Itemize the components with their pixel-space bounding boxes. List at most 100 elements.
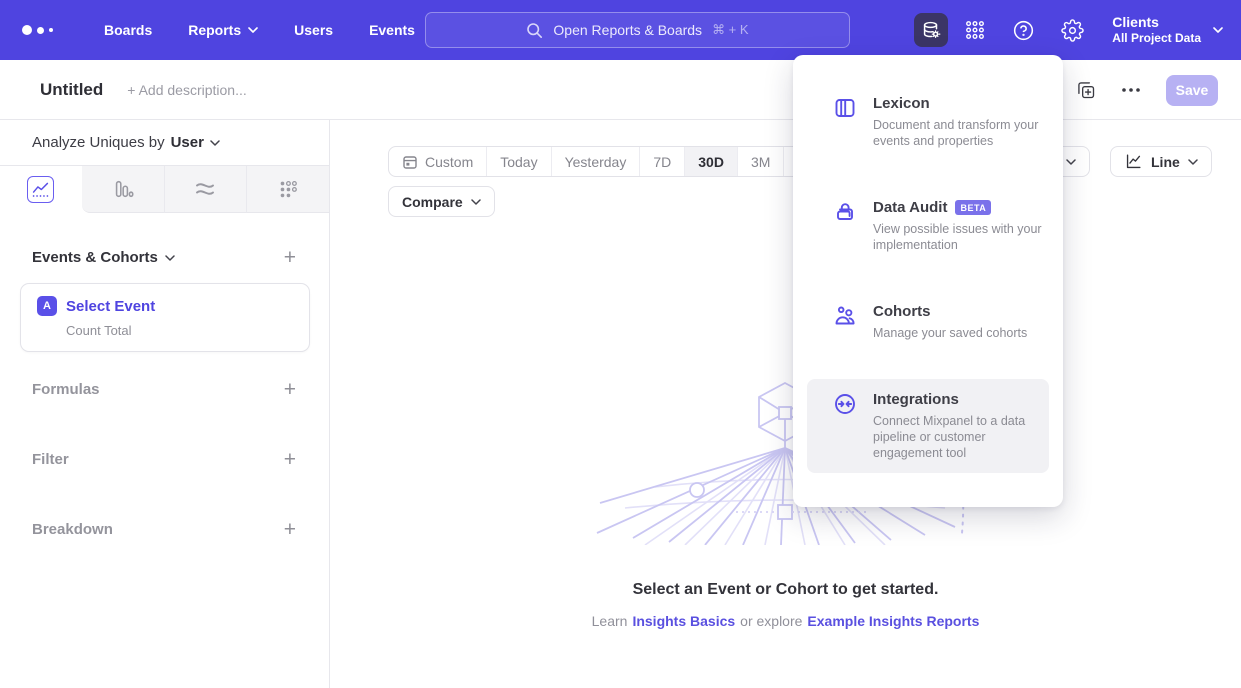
event-card[interactable]: A Select Event Count Total: [20, 283, 310, 352]
nav-label: Reports: [188, 22, 241, 38]
nav-item-events[interactable]: Events: [369, 22, 415, 38]
tab-bar-chart[interactable]: [82, 166, 164, 213]
database-gear-icon: [920, 19, 942, 41]
retention-grid-icon: [277, 178, 299, 200]
project-switcher[interactable]: Clients All Project Data: [1112, 14, 1223, 47]
menu-item-description: Manage your saved cohorts: [873, 325, 1027, 341]
analyze-prefix: Analyze Uniques by: [32, 134, 165, 151]
segment-label: 30D: [698, 154, 724, 170]
formulas-label: Formulas: [32, 381, 100, 398]
add-description-input[interactable]: + Add description...: [127, 82, 246, 98]
more-button[interactable]: [1122, 88, 1140, 92]
nav-label: Users: [294, 22, 333, 38]
data-management-button[interactable]: [914, 13, 948, 47]
chevron-down-icon: [248, 27, 258, 33]
compare-label: Compare: [402, 194, 463, 210]
line-chart-tab-icon: [27, 176, 54, 203]
events-cohorts-header: Events & Cohorts +: [0, 247, 330, 268]
primary-nav: Boards Reports Users Events: [104, 22, 415, 38]
line-chart-icon: [1124, 152, 1143, 171]
integrations-icon: [833, 392, 857, 416]
query-builder-sidebar: Analyze Uniques by User: [0, 120, 330, 688]
beta-badge: BETA: [955, 200, 991, 215]
gear-icon: [1061, 19, 1084, 42]
chart-style-dropdown[interactable]: Line: [1110, 146, 1212, 177]
add-filter-button[interactable]: +: [284, 449, 296, 470]
apps-grid-button[interactable]: [964, 19, 986, 41]
date-segment-3m[interactable]: 3M: [737, 147, 783, 176]
data-audit-icon: [833, 200, 857, 224]
tab-insights-line[interactable]: [0, 166, 82, 213]
search-shortcut: ⌘ + K: [712, 22, 749, 38]
chevron-down-icon: [1213, 27, 1223, 33]
chart-style-label: Line: [1151, 154, 1180, 170]
apps-grid-icon: [964, 19, 986, 41]
event-letter-badge: A: [37, 296, 57, 316]
report-canvas: Custom Today Yesterday 7D 30D 3M 6M Comp…: [330, 120, 1241, 688]
menu-item-cohorts[interactable]: Cohorts Manage your saved cohorts: [807, 291, 1049, 353]
settings-button[interactable]: [1061, 19, 1084, 42]
learn-prefix: Learn: [592, 613, 628, 629]
menu-item-title: Integrations: [873, 391, 959, 408]
menu-item-description: View possible issues with your implement…: [873, 221, 1043, 253]
data-management-menu: Lexicon Document and transform your even…: [793, 55, 1063, 507]
example-reports-link[interactable]: Example Insights Reports: [807, 613, 979, 629]
add-formula-button[interactable]: +: [284, 379, 296, 400]
compare-button[interactable]: Compare: [388, 186, 495, 217]
analyze-value: User: [171, 134, 204, 151]
add-breakdown-button[interactable]: +: [284, 519, 296, 540]
segment-label: Today: [500, 154, 537, 170]
filter-label: Filter: [32, 451, 69, 468]
tab-flow[interactable]: [164, 166, 247, 213]
nav-item-users[interactable]: Users: [294, 22, 333, 38]
menu-item-title: Data Audit: [873, 199, 947, 216]
date-segment-30d[interactable]: 30D: [684, 147, 737, 176]
project-name: Clients: [1112, 14, 1201, 32]
analyze-by-dropdown[interactable]: User: [171, 134, 220, 151]
section-filter: Filter +: [0, 449, 330, 470]
nav-item-boards[interactable]: Boards: [104, 22, 152, 38]
menu-item-integrations[interactable]: Integrations Connect Mixpanel to a data …: [807, 379, 1049, 473]
add-event-button[interactable]: +: [284, 247, 296, 268]
mixpanel-logo-icon[interactable]: [22, 25, 68, 35]
event-metric-dropdown[interactable]: Count Total: [66, 323, 309, 338]
menu-item-data-audit[interactable]: Data Audit BETA View possible issues wit…: [807, 187, 1049, 265]
search-placeholder: Open Reports & Boards: [553, 22, 702, 38]
project-scope: All Project Data: [1112, 31, 1201, 46]
date-segment-yesterday[interactable]: Yesterday: [551, 147, 640, 176]
date-segment-custom[interactable]: Custom: [389, 147, 486, 176]
section-breakdown: Breakdown +: [0, 519, 330, 540]
menu-item-lexicon[interactable]: Lexicon Document and transform your even…: [807, 83, 1049, 161]
menu-item-description: Document and transform your events and p…: [873, 117, 1043, 149]
duplicate-button[interactable]: [1076, 80, 1096, 100]
date-segment-7d[interactable]: 7D: [639, 147, 684, 176]
chart-type-tabs: [0, 166, 329, 213]
menu-item-description: Connect Mixpanel to a data pipeline or c…: [873, 413, 1043, 461]
menu-item-title: Cohorts: [873, 303, 931, 320]
breakdown-label: Breakdown: [32, 521, 113, 538]
help-button[interactable]: [1012, 19, 1035, 42]
date-segment-today[interactable]: Today: [486, 147, 550, 176]
page-title: Untitled: [40, 80, 103, 100]
lexicon-icon: [833, 96, 857, 120]
tab-retention[interactable]: [246, 166, 329, 213]
chevron-down-icon: [1066, 159, 1076, 165]
save-button[interactable]: Save: [1166, 75, 1218, 106]
chevron-down-icon: [471, 199, 481, 205]
search-input[interactable]: Open Reports & Boards ⌘ + K: [425, 12, 850, 48]
empty-state-subtitle: Learn Insights Basics or explore Example…: [330, 613, 1241, 629]
analyze-by-row: Analyze Uniques by User: [0, 120, 329, 166]
chevron-down-icon: [165, 255, 175, 261]
segment-label: 3M: [751, 154, 770, 170]
select-event-button[interactable]: Select Event: [66, 298, 155, 315]
menu-item-title: Lexicon: [873, 95, 930, 112]
cohorts-icon: [833, 304, 857, 328]
insights-basics-link[interactable]: Insights Basics: [632, 613, 735, 629]
nav-item-reports[interactable]: Reports: [188, 22, 258, 38]
events-cohorts-toggle[interactable]: Events & Cohorts: [32, 249, 175, 266]
events-cohorts-label: Events & Cohorts: [32, 249, 158, 266]
bar-chart-icon: [112, 178, 134, 200]
or-explore-text: or explore: [740, 613, 802, 629]
more-icon: [1122, 88, 1140, 92]
section-formulas: Formulas +: [0, 379, 330, 400]
